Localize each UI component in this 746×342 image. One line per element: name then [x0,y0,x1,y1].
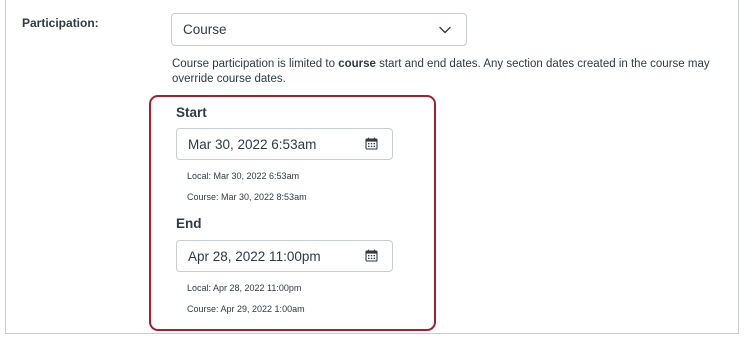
start-date-input[interactable] [188,136,365,152]
participation-select[interactable]: Course [171,13,467,46]
start-date-field[interactable] [176,128,393,160]
end-date-field[interactable] [176,240,393,272]
calendar-icon[interactable] [365,137,379,151]
start-local-time: Local: Mar 30, 2022 6:53am [187,171,300,181]
participation-help-text: Course participation is limited to cours… [172,58,710,85]
help-bold-word: course [338,58,376,70]
end-title: End [176,216,202,231]
participation-select-value: Course [183,22,227,37]
chevron-down-icon [438,23,452,37]
participation-label: Participation: [22,16,99,30]
calendar-icon[interactable] [365,249,379,263]
start-title: Start [176,105,207,120]
end-date-input[interactable] [188,248,365,264]
end-local-time: Local: Apr 28, 2022 11:00pm [187,283,302,293]
end-course-time: Course: Apr 29, 2022 1:00am [187,304,305,314]
start-course-time: Course: Mar 30, 2022 8:53am [187,192,307,202]
